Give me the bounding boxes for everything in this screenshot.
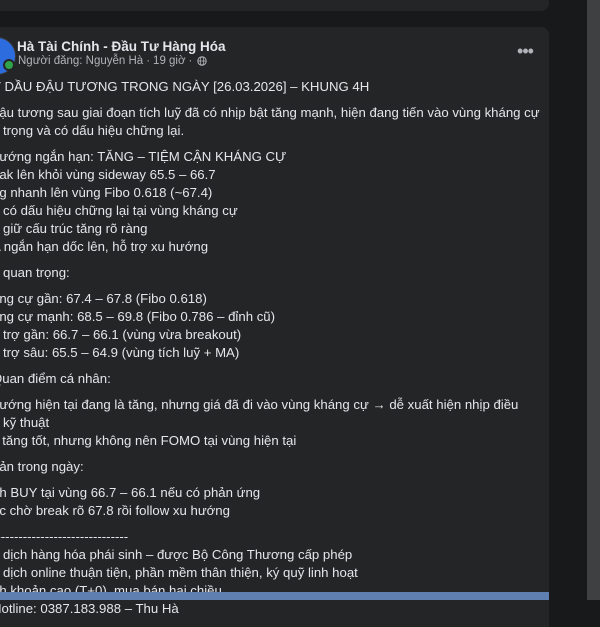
online-status-dot	[3, 59, 15, 71]
post-text-line: o dịch online thuận tiện, phần mềm thân …	[0, 565, 358, 580]
attached-image-top-edge[interactable]	[0, 592, 549, 600]
post-text-line: o dịch hàng hóa phái sinh – được Bộ Công…	[0, 547, 353, 562]
previous-post-card	[0, 0, 549, 11]
post-text-line: đậu tương sau giai đoạn tích luỹ đã có n…	[0, 105, 540, 120]
post-text-line: n giữ cấu trúc tăng rõ ràng	[0, 221, 148, 236]
post-text-line: áng cự gần: 67.4 – 67.8 (Fibo 0.618)	[0, 291, 207, 306]
post-meta: Người đăng: Nguyễn Hà · 19 giờ ·	[18, 55, 208, 67]
post-text-line: Quan điểm cá nhân:	[0, 371, 111, 386]
post-text-line: n có dấu hiệu chững lại tại vùng kháng c…	[0, 203, 238, 218]
post-text-line: c tăng tốt, nhưng không nên FOMO tại vùn…	[0, 433, 297, 448]
post-text-line: bản trong ngày:	[0, 459, 84, 474]
post-text-line: Hotline: 0387.183.988 – Thu Hà	[0, 601, 179, 616]
meta-separator: ·	[146, 55, 151, 67]
post-body: V DẦU ĐẬU TƯƠNG TRONG NGÀY [26.03.2026] …	[0, 78, 540, 618]
post-text-line: eak lên khỏi vùng sideway 65.5 – 66.7	[0, 167, 216, 182]
post-text-line: h kỹ thuật	[0, 415, 50, 430]
post-text-line: hướng ngắn hạn: TĂNG – TIỆM CẬN KHÁNG CỰ	[0, 149, 287, 164]
post-text-line: ặc chờ break rõ 67.8 rồi follow xu hướng	[0, 503, 230, 518]
post-text-line: V DẦU ĐẬU TƯƠNG TRONG NGÀY [26.03.2026] …	[0, 79, 370, 94]
post-time-link[interactable]: 19 giờ	[153, 55, 185, 67]
post-text-line: ỗ trợ gần: 66.7 – 66.1 (vùng vừa breakou…	[0, 327, 242, 342]
post-text-line: nh BUY tại vùng 66.7 – 66.1 nếu có phản …	[0, 485, 261, 500]
globe-icon	[197, 56, 208, 66]
posted-by-label: Người đăng: Nguyễn Hà	[18, 55, 144, 67]
more-options-button[interactable]: •••	[512, 38, 538, 64]
post-text-line: ỗ trợ sâu: 65.5 – 64.9 (vùng tích luỹ + …	[0, 345, 240, 360]
post-text-line: -------------------------------	[0, 529, 129, 544]
post-text-line: hướng hiện tại đang là tăng, nhưng giá đ…	[0, 397, 519, 412]
post-text-line: g quan trọng:	[0, 265, 70, 280]
page-scrollbar[interactable]	[587, 0, 600, 600]
meta-separator-2: ·	[188, 55, 193, 67]
more-horizontal-icon: •••	[517, 40, 534, 61]
post-text-line: A ngắn hạn dốc lên, hỗ trợ xu hướng	[0, 239, 209, 254]
post-text-line: áng cự mạnh: 68.5 – 69.8 (Fibo 0.786 – đ…	[0, 309, 276, 324]
post-text-line: n trọng và có dấu hiệu chững lại.	[0, 123, 185, 138]
post-text-line: ng nhanh lên vùng Fibo 0.618 (~67.4)	[0, 185, 213, 200]
page-name-link[interactable]: Hà Tài Chính - Đầu Tư Hàng Hóa	[17, 39, 226, 54]
